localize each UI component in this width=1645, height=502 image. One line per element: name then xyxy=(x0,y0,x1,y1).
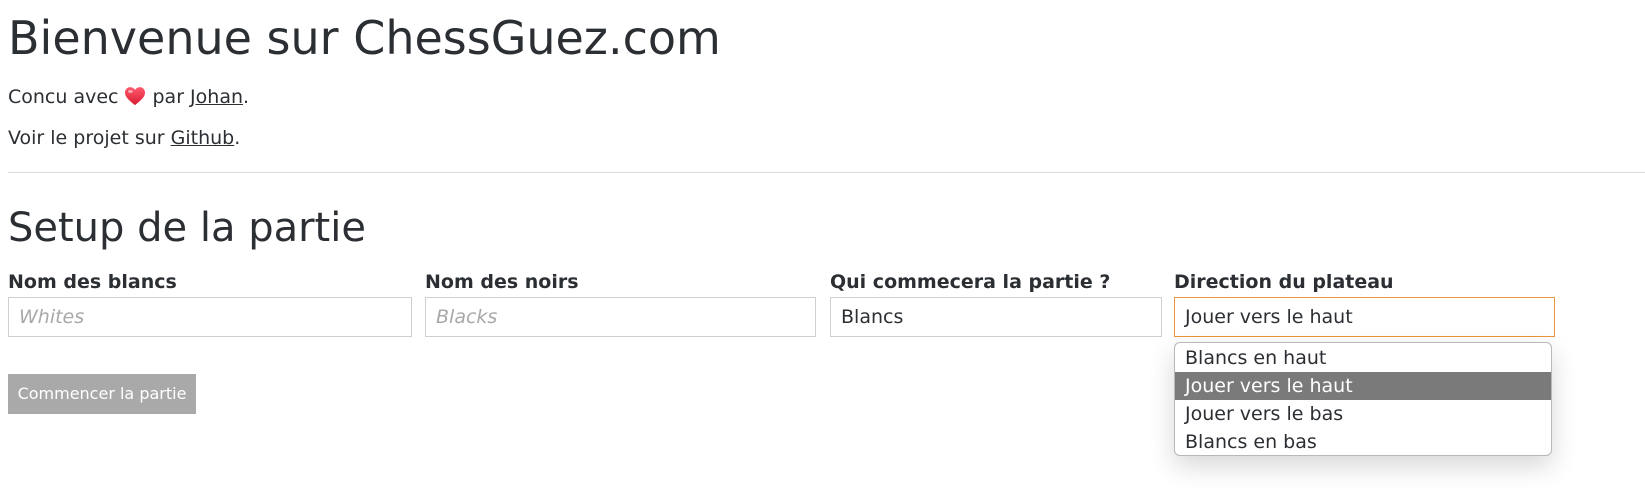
setup-title: Setup de la partie xyxy=(8,205,366,251)
project-suffix: . xyxy=(234,127,241,149)
blacks-label: Nom des noirs xyxy=(425,271,579,293)
start-game-button[interactable]: Commencer la partie xyxy=(8,374,196,414)
credit-middle: par xyxy=(152,86,184,108)
blacks-name-input[interactable] xyxy=(425,297,816,337)
site-title: Bienvenue sur ChessGuez.com xyxy=(8,11,721,65)
first-player-label: Qui commecera la partie ? xyxy=(830,271,1111,293)
first-player-value: Blancs xyxy=(841,306,904,328)
dropdown-option[interactable]: Blancs en haut xyxy=(1175,344,1551,372)
board-direction-select[interactable]: Jouer vers le haut xyxy=(1174,297,1555,337)
dropdown-option[interactable]: Jouer vers le haut xyxy=(1175,372,1551,400)
credit-prefix: Concu avec xyxy=(8,86,119,108)
dropdown-option[interactable]: Jouer vers le bas xyxy=(1175,400,1551,428)
board-direction-dropdown: Blancs en haut Jouer vers le haut Jouer … xyxy=(1174,342,1552,456)
github-link[interactable]: Github xyxy=(171,127,235,149)
project-prefix: Voir le projet sur xyxy=(8,127,165,149)
author-link[interactable]: Johan xyxy=(190,86,243,108)
credit-suffix: . xyxy=(243,86,250,108)
whites-name-input[interactable] xyxy=(8,297,412,337)
first-player-select[interactable]: Blancs xyxy=(830,297,1162,337)
page: Bienvenue sur ChessGuez.com Concu avec p… xyxy=(0,0,1645,502)
divider xyxy=(8,172,1645,173)
heart-icon xyxy=(125,87,146,106)
board-direction-value: Jouer vers le haut xyxy=(1185,306,1353,328)
board-direction-label: Direction du plateau xyxy=(1174,271,1394,293)
dropdown-option[interactable]: Blancs en bas xyxy=(1175,428,1551,455)
project-line: Voir le projet sur Github. xyxy=(8,126,240,150)
credit-line: Concu avec par Johan. xyxy=(8,85,249,109)
whites-label: Nom des blancs xyxy=(8,271,177,293)
